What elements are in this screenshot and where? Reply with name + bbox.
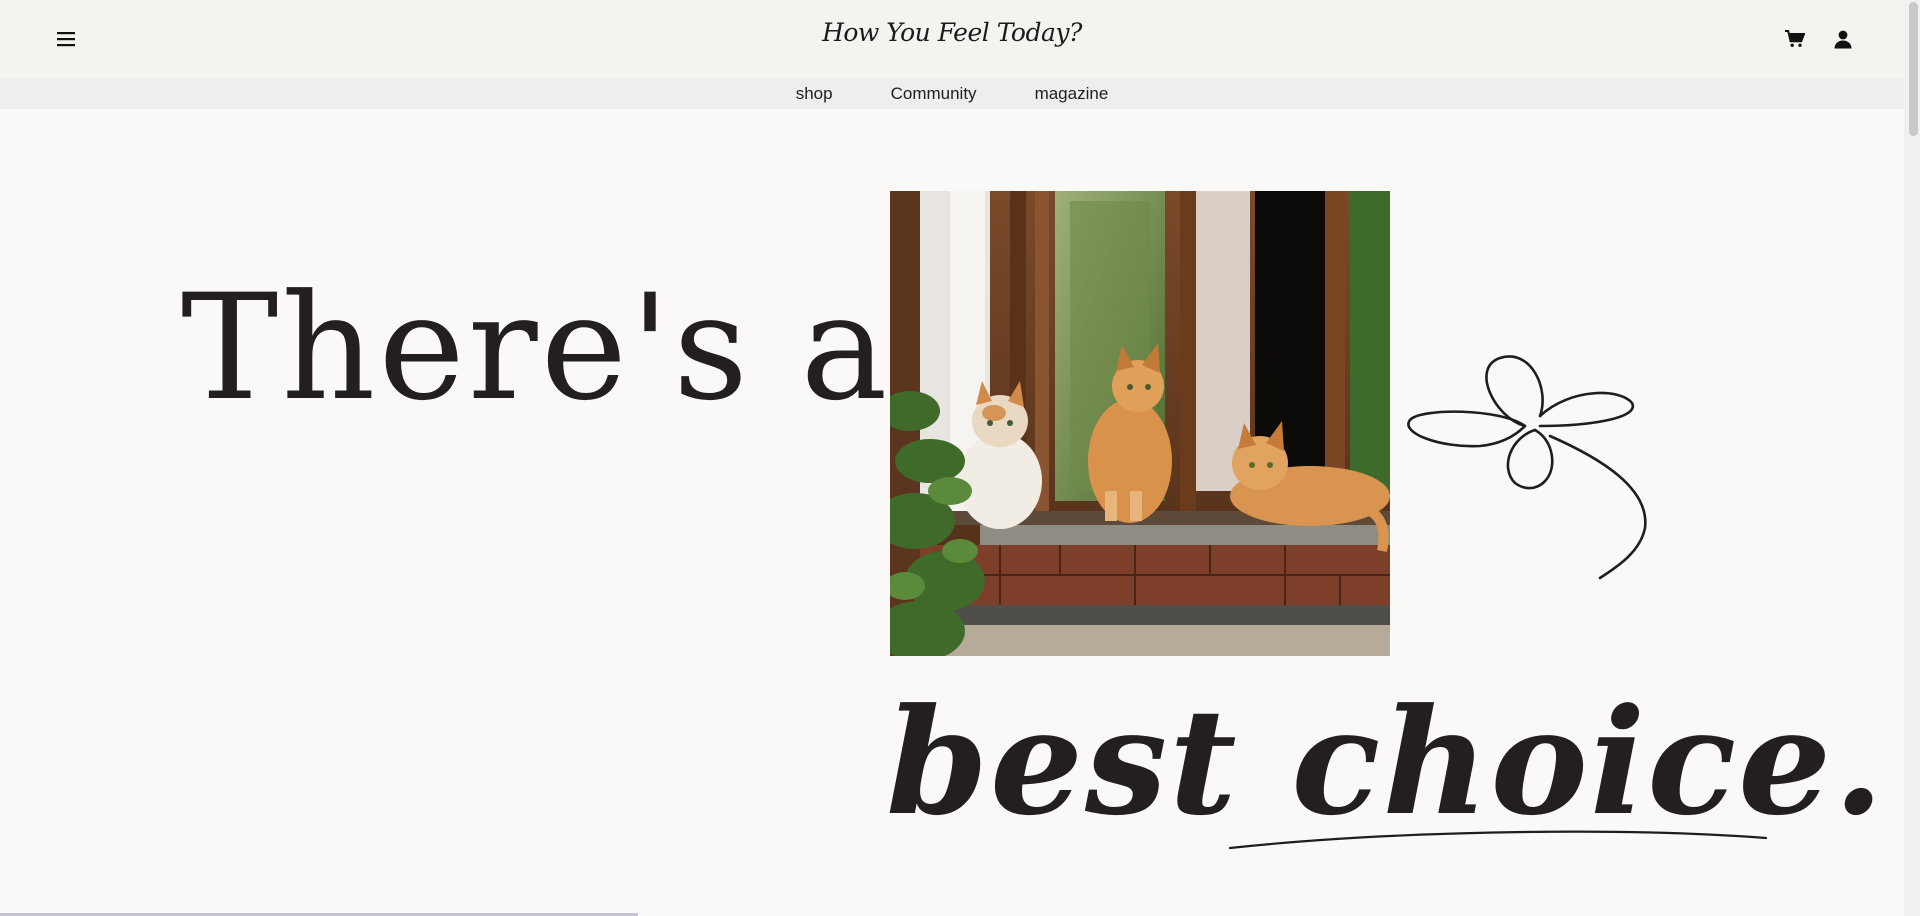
site-header: How You Feel Today? — [0, 0, 1904, 79]
nav-item-shop[interactable]: shop — [796, 84, 833, 104]
hero-heading-line-2: best choice. — [886, 677, 1886, 848]
cats-on-windowsill-photo — [890, 191, 1390, 656]
nav-item-community[interactable]: Community — [891, 84, 977, 104]
cart-icon[interactable] — [1782, 26, 1808, 52]
user-icon[interactable] — [1830, 26, 1856, 52]
nav-item-magazine[interactable]: magazine — [1035, 84, 1109, 104]
main-nav: shop Community magazine — [0, 79, 1904, 109]
page-scrollbar[interactable] — [1904, 0, 1920, 916]
scrollbar-thumb[interactable] — [1909, 2, 1918, 136]
hero-heading-line-1: There's a — [181, 263, 891, 433]
header-actions — [1782, 26, 1856, 52]
brand-logo[interactable]: How You Feel Today? — [0, 18, 1904, 47]
flower-doodle-icon — [1407, 355, 1647, 580]
underline-stroke — [1228, 830, 1768, 850]
